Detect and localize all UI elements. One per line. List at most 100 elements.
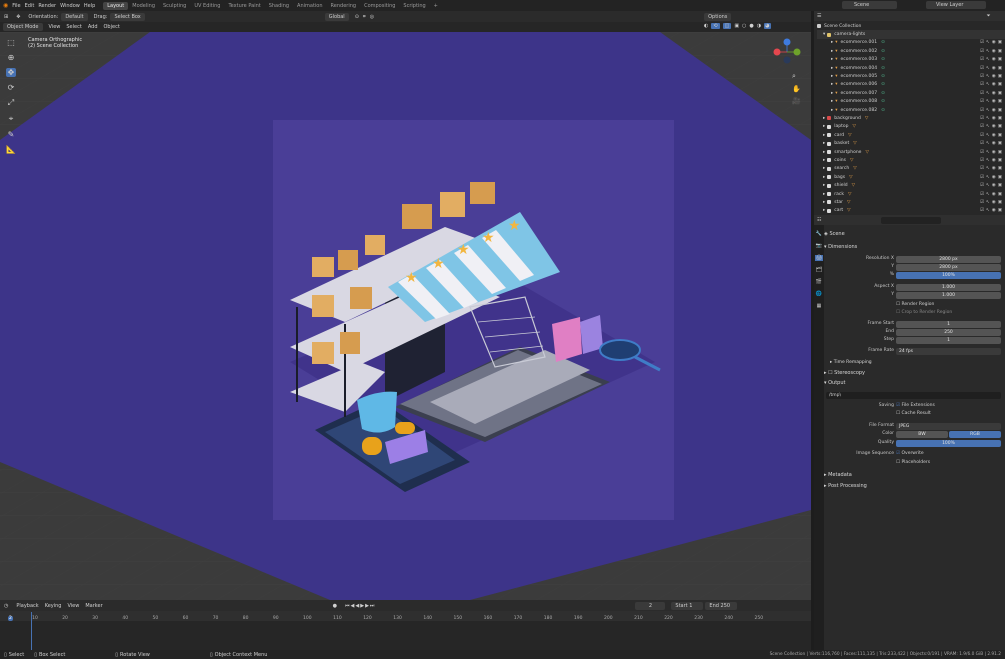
render-camera-icon[interactable]: ▣ [998,124,1002,129]
tree-collection-item[interactable]: ▸ smartphone ▽ ☑ ↖ ◉ ▣ [817,148,1005,156]
eye-icon[interactable]: ◉ [992,192,996,197]
exclude-checkbox-icon[interactable]: ☑ [980,166,984,171]
eye-icon[interactable]: ◉ [992,183,996,188]
shading-material-icon[interactable]: ◑ [757,23,761,29]
render-camera-icon[interactable]: ▣ [998,40,1002,45]
tree-camera-item[interactable]: ▸ ▾ ecommerce.008 ⊙ ☑ ↖ ◉ ▣ [817,98,1005,106]
select-arrow-icon[interactable]: ↖ [986,124,990,129]
menu-view[interactable]: View [49,24,61,30]
tree-collection-item[interactable]: ▸ cart ▽ ☑ ↖ ◉ ▣ [817,207,1005,215]
exclude-checkbox-icon[interactable]: ☑ [980,141,984,146]
tab-texture-paint[interactable]: Texture Paint [224,2,264,10]
expand-icon[interactable]: ▸ [823,192,825,197]
tab-animation[interactable]: Animation [293,2,327,10]
file-format-dropdown[interactable]: JPEG [896,423,1001,430]
expand-icon[interactable]: ▸ [823,175,825,180]
eye-icon[interactable]: ◉ [992,200,996,205]
menu-file[interactable]: File [12,3,20,9]
render-region-checkbox[interactable]: ☐ Render Region [896,302,934,307]
exclude-checkbox-icon[interactable]: ☑ [980,49,984,54]
render-camera-icon[interactable]: ▣ [998,91,1002,96]
exclude-checkbox-icon[interactable]: ☑ [980,40,984,45]
render-tab-icon[interactable]: 📷 [816,243,822,249]
exclude-checkbox-icon[interactable]: ☑ [980,175,984,180]
render-camera-icon[interactable]: ▣ [998,141,1002,146]
expand-icon[interactable]: ▸ [823,141,825,146]
snap-icon[interactable]: ⌗ [363,14,366,20]
shading-wire-icon[interactable]: ○ [742,23,746,29]
render-camera-icon[interactable]: ▣ [998,208,1002,213]
select-arrow-icon[interactable]: ↖ [986,141,990,146]
select-arrow-icon[interactable]: ↖ [986,91,990,96]
eye-icon[interactable]: ◉ [992,141,996,146]
expand-icon[interactable]: ▸ [831,49,833,54]
select-arrow-icon[interactable]: ↖ [986,74,990,79]
exclude-checkbox-icon[interactable]: ☑ [980,133,984,138]
expand-icon[interactable]: ▸ [823,183,825,188]
properties-search-input[interactable] [881,216,942,224]
eye-icon[interactable]: ◉ [992,91,996,96]
select-arrow-icon[interactable]: ↖ [986,82,990,87]
stereoscopy-panel[interactable]: ▸ ☐ Stereoscopy [824,370,865,376]
frame-end-field[interactable]: 250 [896,329,1001,336]
render-camera-icon[interactable]: ▣ [998,133,1002,138]
orientation-dropdown[interactable]: Default [61,12,88,21]
expand-icon[interactable]: ▸ [831,40,833,45]
eye-icon[interactable]: ◉ [992,40,996,45]
tree-collection-item[interactable]: ▸ search ▽ ☑ ↖ ◉ ▣ [817,165,1005,173]
menu-add[interactable]: Add [88,24,98,30]
3d-viewport[interactable]: ★ ★ ★ ★ ★ Camera Orthographic (2) Scene … [0,32,811,600]
select-tool-icon[interactable]: ⬚ [7,38,15,47]
exclude-checkbox-icon[interactable]: ☑ [980,192,984,197]
expand-icon[interactable]: ▸ [823,150,825,155]
frame-rate-dropdown[interactable]: 24 fps [896,348,1001,355]
exclude-checkbox-icon[interactable]: ☑ [980,99,984,104]
tree-camera-item[interactable]: ▸ ▾ ecommerce.082 ⊙ ☑ ↖ ◉ ▣ [817,106,1005,114]
exclude-checkbox-icon[interactable]: ☑ [980,74,984,79]
menu-edit[interactable]: Edit [25,3,35,9]
select-arrow-icon[interactable]: ↖ [986,99,990,104]
menu-select[interactable]: Select [66,24,81,30]
expand-icon[interactable]: ▸ [823,116,825,121]
cursor-tool-icon[interactable]: ⊕ [8,53,15,62]
select-arrow-icon[interactable]: ↖ [986,200,990,205]
transform-tool-icon[interactable]: ✥ [16,14,20,20]
select-arrow-icon[interactable]: ↖ [986,116,990,121]
end-frame-field[interactable]: End 250 [705,601,738,610]
tree-camera-item[interactable]: ▸ ▾ ecommerce.004 ⊙ ☑ ↖ ◉ ▣ [817,64,1005,72]
menu-object[interactable]: Object [104,24,120,30]
tree-collection-item[interactable]: ▸ card ▽ ☑ ↖ ◉ ▣ [817,131,1005,139]
cache-result-checkbox[interactable]: ☐ Cache Result [896,411,931,416]
render-camera-icon[interactable]: ▣ [998,74,1002,79]
exclude-checkbox-icon[interactable]: ☑ [980,57,984,62]
output-path-input[interactable]: /tmp\ [826,392,1001,399]
proportional-edit-icon[interactable]: ◎ [370,14,374,20]
post-processing-panel[interactable]: ▸ Post Processing [824,483,867,489]
select-arrow-icon[interactable]: ↖ [986,150,990,155]
time-remapping-panel[interactable]: ▸ Time Remapping [830,360,872,365]
exclude-checkbox-icon[interactable]: ☑ [980,66,984,71]
tab-compositing[interactable]: Compositing [360,2,399,10]
select-arrow-icon[interactable]: ↖ [986,166,990,171]
tree-collection-item[interactable]: ▸ coins ▽ ☑ ↖ ◉ ▣ [817,156,1005,164]
output-panel-header[interactable]: ▾ Output [824,380,845,386]
expand-icon[interactable]: ▸ [823,158,825,163]
tree-camera-item[interactable]: ▸ ▾ ecommerce.007 ⊙ ☑ ↖ ◉ ▣ [817,89,1005,97]
select-arrow-icon[interactable]: ↖ [986,66,990,71]
placeholders-checkbox[interactable]: ☐ Placeholders [896,460,930,465]
render-camera-icon[interactable]: ▣ [998,166,1002,171]
exclude-checkbox-icon[interactable]: ☑ [980,200,984,205]
render-camera-icon[interactable]: ▣ [998,183,1002,188]
tree-collection-item[interactable]: ▸ background ▽ ☑ ↖ ◉ ▣ [817,114,1005,122]
exclude-checkbox-icon[interactable]: ☑ [980,108,984,113]
expand-icon[interactable]: ▸ [823,166,825,171]
expand-icon[interactable]: ▸ [831,66,833,71]
expand-icon[interactable]: ▸ [823,124,825,129]
metadata-panel[interactable]: ▸ Metadata [824,472,852,478]
current-frame-field[interactable]: 2 [635,601,666,610]
properties-editor-icon[interactable]: ☷ [817,217,821,223]
tree-collection-item[interactable]: ▸ laptop ▽ ☑ ↖ ◉ ▣ [817,123,1005,131]
mode-dropdown[interactable]: Object Mode [3,23,43,31]
menu-render[interactable]: Render [38,3,56,9]
overwrite-checkbox[interactable]: ☑ Overwrite [896,451,924,456]
